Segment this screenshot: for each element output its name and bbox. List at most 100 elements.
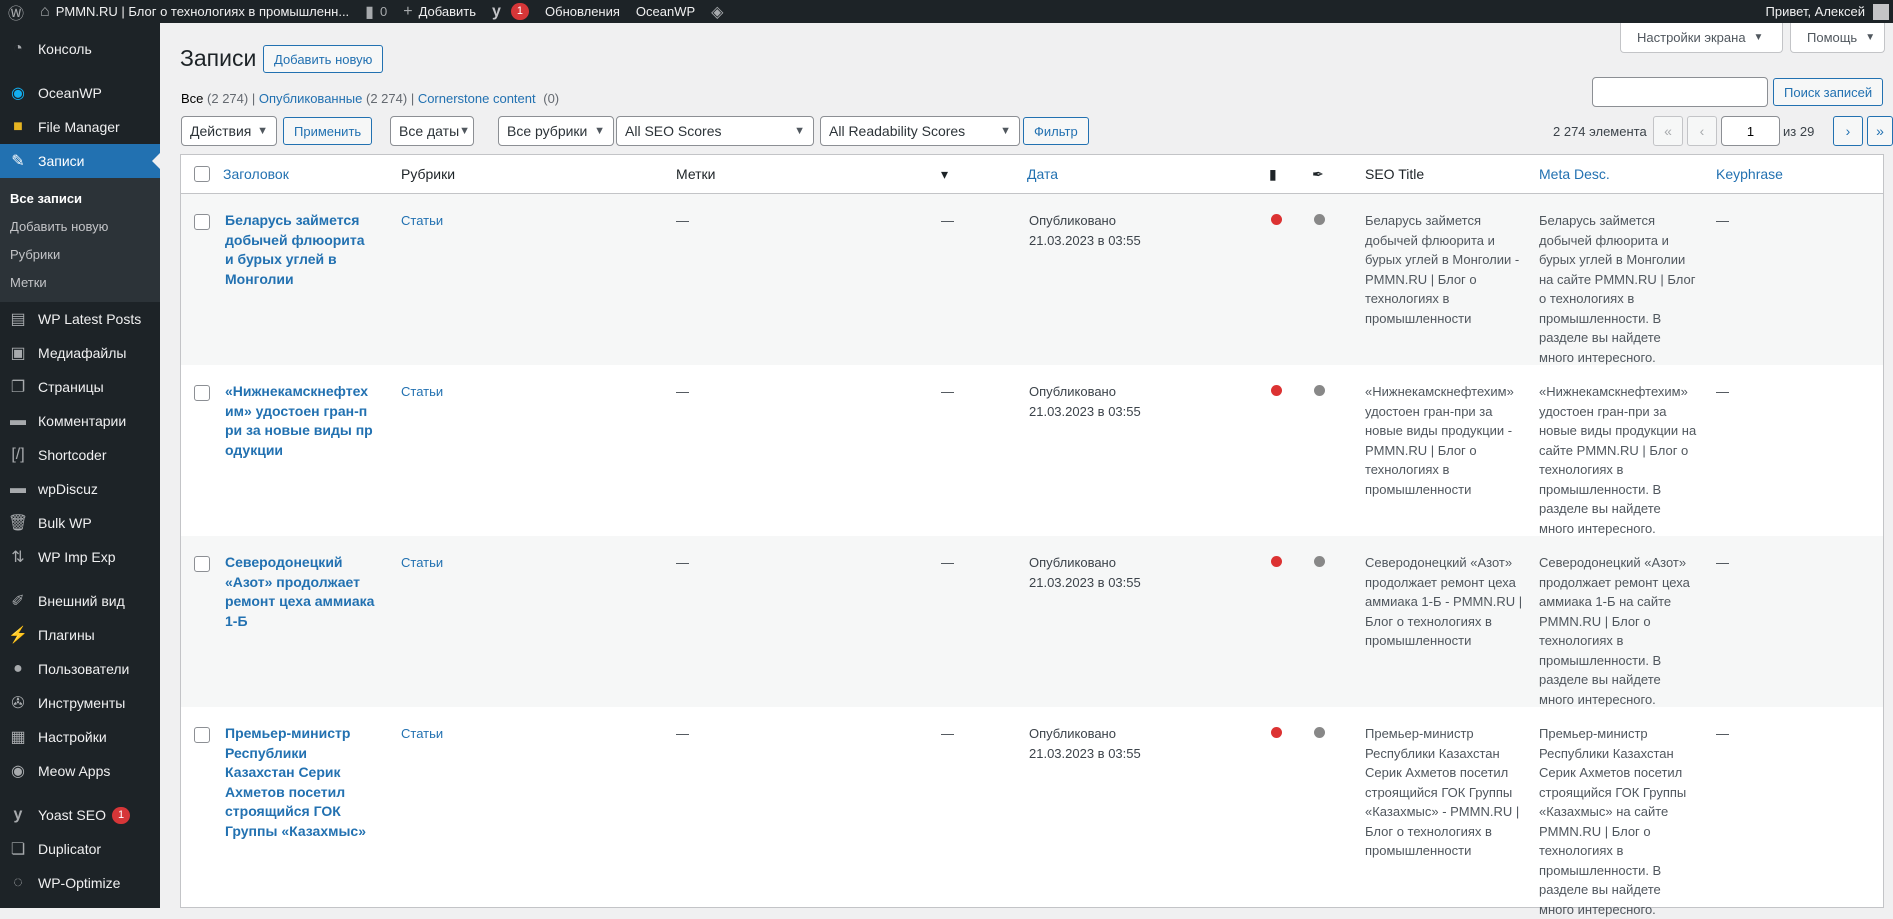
sidebar-item-plugins[interactable]: ⚡ Плагины (0, 618, 160, 652)
sidebar-item-wp-imp-exp[interactable]: ⇅ WP Imp Exp (0, 540, 160, 574)
column-keyphrase-sortable[interactable]: Keyphrase (1716, 155, 1783, 193)
post-comments: — (941, 384, 954, 399)
row-checkbox[interactable] (194, 727, 210, 743)
screen-options-button[interactable]: Настройки экрана ▼ (1620, 23, 1783, 53)
readability-score-indicator (1314, 727, 1325, 738)
site-name-link[interactable]: ⌂ PMMN.RU | Блог о технологиях в промышле… (32, 0, 357, 23)
post-title-link[interactable]: Премьер-министр Республики Казахстан Сер… (225, 724, 375, 841)
filter-button[interactable]: Фильтр (1023, 117, 1089, 145)
view-all-link[interactable]: Все (181, 91, 203, 106)
column-date-sortable[interactable]: Дата (1027, 155, 1058, 193)
next-page-button[interactable]: › (1833, 116, 1863, 146)
post-category-link[interactable]: Статьи (401, 382, 443, 402)
posts-table: Заголовок Рубрики Метки ▾ Дата ▮ ✒ SEO T… (180, 154, 1884, 917)
chevron-down-icon: ▼ (1000, 125, 1011, 137)
chevron-down-icon: ▼ (594, 125, 605, 137)
post-title-link[interactable]: «Нижнекамскнефтехим» удостоен гран-при з… (225, 382, 375, 460)
category-filter-select[interactable]: Все рубрики ▼ (498, 116, 614, 146)
comment-bubble-icon[interactable]: ▾ (941, 155, 948, 193)
oceanwp-link[interactable]: OceanWP (628, 0, 703, 23)
sidebar-item-media[interactable]: ▣ Медиафайлы (0, 336, 160, 370)
wordpress-logo-icon[interactable]: Ⓦ (0, 0, 32, 23)
help-button[interactable]: Помощь ▼ (1790, 23, 1885, 53)
sidebar-item-bulk-wp[interactable]: 🗑 Bulk WP (0, 506, 160, 540)
sidebar-item-tools[interactable]: ✇ Инструменты (0, 686, 160, 720)
post-keyphrase: — (1716, 213, 1729, 228)
readability-score-indicator (1314, 385, 1325, 396)
yoast-icon: y (13, 806, 23, 823)
row-checkbox[interactable] (194, 556, 210, 572)
yoast-adminbar-link[interactable]: y1 (484, 0, 537, 23)
bulk-action-select[interactable]: Действия ▼ (181, 116, 277, 146)
first-page-button[interactable]: « (1653, 116, 1683, 146)
column-title-sortable[interactable]: Заголовок (223, 155, 289, 193)
readability-score-select[interactable]: All Readability Scores ▼ (820, 116, 1020, 146)
seo-score-indicator (1271, 727, 1282, 738)
comments-link[interactable]: ▮ 0 (357, 0, 395, 23)
sidebar-item-wp-optimize[interactable]: ◌ WP-Optimize (0, 866, 160, 900)
post-seo-title: Беларусь займется добычей флюорита и бур… (1365, 213, 1520, 326)
view-cornerstone-link[interactable]: Cornerstone content (418, 91, 536, 106)
submenu-categories[interactable]: Рубрики (0, 240, 160, 268)
submenu-add-new[interactable]: Добавить новую (0, 212, 160, 240)
apply-button[interactable]: Применить (283, 117, 373, 145)
table-row: Беларусь займется добычей флюорита и бур… (181, 194, 1883, 365)
sidebar-item-wp-latest-posts[interactable]: ▤ WP Latest Posts (0, 302, 160, 336)
sidebar-item-meow-apps[interactable]: ◉ Meow Apps (0, 754, 160, 788)
sidebar-item-oceanwp[interactable]: ◉ OceanWP (0, 76, 160, 110)
submenu-all-posts[interactable]: Все записи (0, 184, 160, 212)
post-comments: — (941, 213, 954, 228)
sidebar-item-wpdiscuz[interactable]: ▬ wpDiscuz (0, 472, 160, 506)
sidebar-item-dashboard[interactable]: ◔ Консоль (0, 32, 160, 66)
current-page-input[interactable] (1721, 116, 1780, 146)
prev-page-button[interactable]: ‹ (1687, 116, 1717, 146)
last-page-button[interactable]: » (1867, 116, 1893, 146)
add-new-post-button[interactable]: Добавить новую (263, 45, 384, 73)
readability-feather-icon[interactable]: ✒ (1312, 155, 1324, 193)
table-row: Северодонецкий «Азот» продолжает ремонт … (181, 536, 1883, 707)
search-posts-button[interactable]: Поиск записей (1773, 78, 1884, 106)
sidebar-item-appearance[interactable]: ✐ Внешний вид (0, 584, 160, 618)
row-checkbox[interactable] (194, 385, 210, 401)
new-content-link[interactable]: + Добавить (395, 0, 484, 23)
search-input[interactable] (1592, 77, 1768, 107)
post-category-link[interactable]: Статьи (401, 553, 443, 573)
row-checkbox[interactable] (194, 214, 210, 230)
post-category-link[interactable]: Статьи (401, 724, 443, 744)
post-meta-desc: Беларусь займется добычей флюорита и бур… (1539, 213, 1696, 365)
caret-down-icon: ▼ (1865, 32, 1876, 43)
submenu-tags[interactable]: Метки (0, 268, 160, 296)
column-meta-desc-sortable[interactable]: Meta Desc. (1539, 155, 1610, 193)
readability-score-indicator (1314, 556, 1325, 567)
updates-link[interactable]: Обновления (537, 0, 628, 23)
main-content: Настройки экрана ▼ Помощь ▼ Записи Добавит… (160, 23, 1893, 917)
view-published-link[interactable]: Опубликованные (259, 91, 363, 106)
post-title-link[interactable]: Беларусь займется добычей флюорита и бур… (225, 211, 375, 289)
sidebar-item-posts[interactable]: ✎ Записи (0, 144, 160, 178)
seo-traffic-light-icon[interactable]: ▮ (1269, 155, 1277, 193)
avatar[interactable] (1873, 3, 1889, 20)
total-pages-label: из 29 (1783, 124, 1815, 139)
meow-apps-icon: ◉ (11, 763, 25, 780)
post-title-link[interactable]: Северодонецкий «Азот» продолжает ремонт … (225, 553, 375, 631)
select-all-checkbox[interactable] (194, 166, 210, 182)
date-filter-select[interactable]: Все даты ▼ (390, 116, 474, 146)
post-category-link[interactable]: Статьи (401, 211, 443, 231)
sidebar-item-file-manager[interactable]: ■ File Manager (0, 110, 160, 144)
readability-score-indicator (1314, 214, 1325, 225)
sidebar-item-pages[interactable]: ❐ Страницы (0, 370, 160, 404)
post-meta-desc: Северодонецкий «Азот» продолжает ремонт … (1539, 555, 1690, 707)
sidebar-item-comments[interactable]: ▬ Комментарии (0, 404, 160, 438)
post-tags: — (676, 213, 689, 228)
seo-score-select[interactable]: All SEO Scores ▼ (616, 116, 814, 146)
sidebar-item-users[interactable]: ● Пользователи (0, 652, 160, 686)
diamond-icon[interactable]: ◈ (703, 0, 737, 23)
seo-score-indicator (1271, 556, 1282, 567)
user-greeting[interactable]: Привет, Алексей (1758, 0, 1865, 23)
post-date: Опубликовано 21.03.2023 в 03:55 (1029, 213, 1141, 248)
sidebar-item-duplicator[interactable]: ❏ Duplicator (0, 832, 160, 866)
sidebar-item-settings[interactable]: ▦ Настройки (0, 720, 160, 754)
post-keyphrase: — (1716, 384, 1729, 399)
sidebar-item-yoast-seo[interactable]: y Yoast SEO 1 (0, 798, 160, 832)
sidebar-item-shortcoder[interactable]: [/] Shortcoder (0, 438, 160, 472)
